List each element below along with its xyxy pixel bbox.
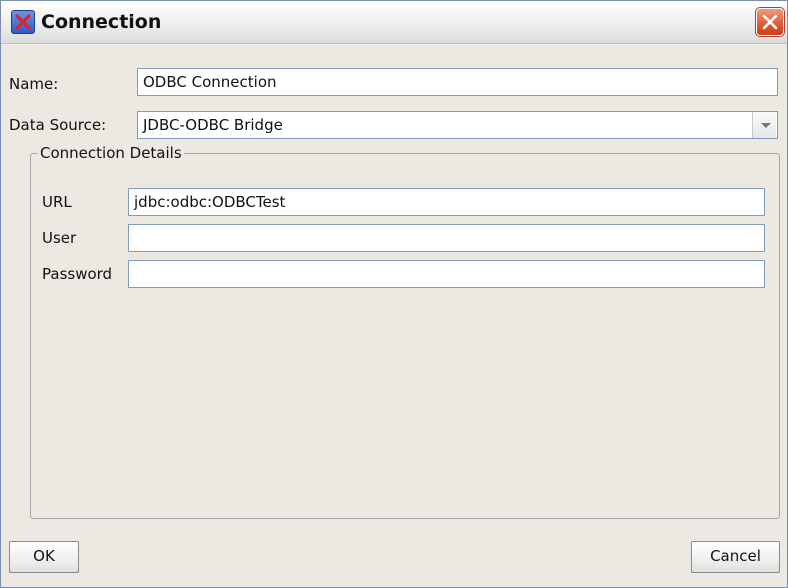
password-field[interactable] bbox=[128, 260, 765, 288]
cancel-button[interactable]: Cancel bbox=[691, 541, 780, 573]
datasource-selected-value: JDBC-ODBC Bridge bbox=[143, 116, 283, 134]
connection-dialog: Connection Name: ODBC Connection Data So… bbox=[0, 0, 788, 588]
title-bar[interactable]: Connection bbox=[1, 1, 787, 44]
datasource-label: Data Source: bbox=[9, 116, 107, 134]
ok-button[interactable]: OK bbox=[9, 541, 79, 573]
datasource-dropdown[interactable]: JDBC-ODBC Bridge bbox=[137, 111, 778, 139]
user-field[interactable] bbox=[128, 224, 765, 252]
name-label: Name: bbox=[9, 75, 59, 93]
close-button[interactable] bbox=[755, 7, 785, 37]
name-field[interactable]: ODBC Connection bbox=[137, 68, 778, 96]
url-field[interactable]: jdbc:odbc:ODBCTest bbox=[128, 188, 765, 216]
window-title: Connection bbox=[41, 11, 162, 33]
x-app-icon bbox=[11, 10, 35, 34]
dropdown-arrow-button[interactable] bbox=[752, 112, 776, 138]
connection-details-legend: Connection Details bbox=[38, 144, 184, 162]
chevron-down-icon bbox=[761, 123, 771, 128]
user-label: User bbox=[42, 229, 77, 247]
password-label: Password bbox=[42, 265, 113, 283]
url-label: URL bbox=[42, 193, 72, 211]
close-icon bbox=[762, 14, 778, 30]
